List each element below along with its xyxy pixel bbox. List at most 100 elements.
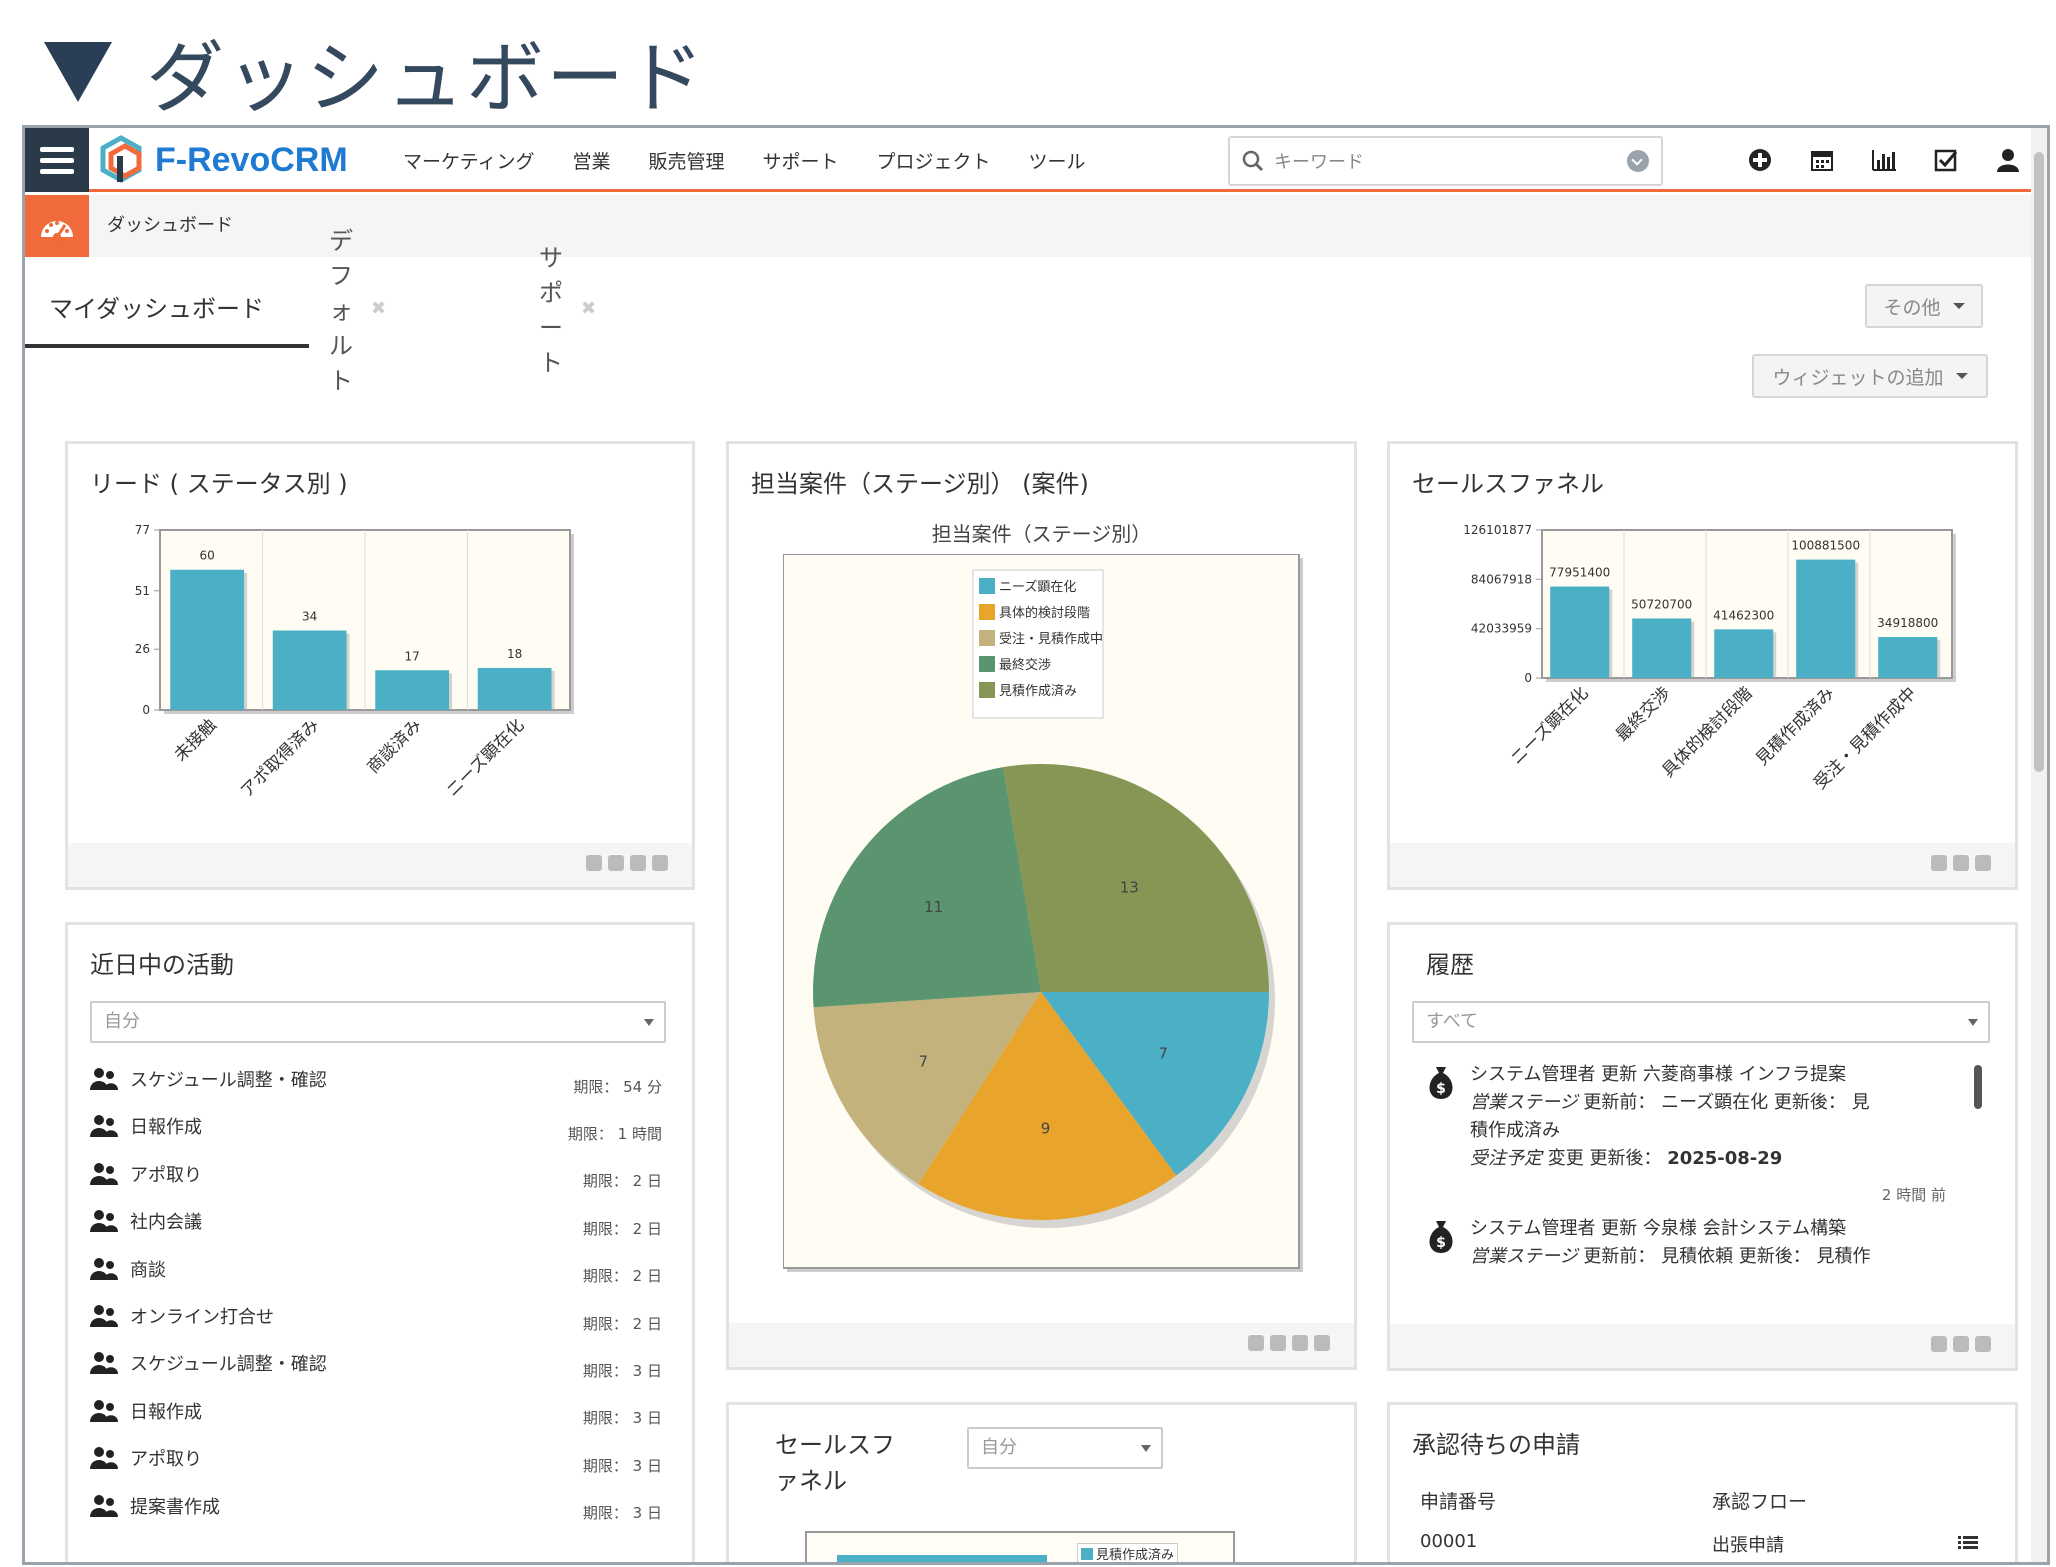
- bar-value-label: 17: [405, 649, 420, 663]
- nav-inventory[interactable]: 販売管理: [649, 147, 725, 174]
- legend-swatch: [979, 656, 995, 672]
- history-field-name: 受注予定: [1470, 1148, 1542, 1169]
- activity-name[interactable]: アポ取り: [130, 1161, 583, 1187]
- activity-due: 期限： 1 時間: [567, 1124, 662, 1143]
- refresh-icon[interactable]: [1953, 855, 1969, 871]
- search-box[interactable]: キーワード: [1228, 136, 1663, 186]
- activity-name[interactable]: 商談: [130, 1256, 583, 1282]
- bar-chart-icon: [1872, 150, 1896, 171]
- activity-name[interactable]: スケジュール調整・確認: [130, 1066, 573, 1092]
- fullscreen-icon[interactable]: [608, 855, 624, 871]
- activity-item[interactable]: スケジュール調整・確認 期限： 3 日: [90, 1343, 662, 1383]
- funnel-bar-chart[interactable]: 0 42033959 84067918 126101877 77951400 ニーズ顕在化…: [1390, 514, 2015, 834]
- activity-name[interactable]: 提案書作成: [130, 1493, 583, 1519]
- potentials-pie-chart[interactable]: ニーズ顕在化具体的検討段階受注・見積作成中最終交渉見積作成済み 7 9 7 11 13: [783, 554, 1307, 1278]
- activity-name[interactable]: オンライン打合せ: [130, 1303, 583, 1329]
- pie-value-label: 9: [1041, 1120, 1051, 1138]
- fullscreen-icon[interactable]: [1931, 855, 1947, 871]
- pie-chart-title: 担当案件（ステージ別）: [931, 522, 1152, 546]
- refresh-icon[interactable]: [1292, 1335, 1308, 1351]
- caret-down-icon: [1955, 373, 1968, 379]
- close-icon[interactable]: [1975, 855, 1991, 871]
- activity-name[interactable]: 社内会議: [130, 1208, 583, 1234]
- search-options-icon[interactable]: [1627, 150, 1649, 172]
- refresh-icon[interactable]: [630, 855, 646, 871]
- funnel2-chart-area[interactable]: 見積作成済み: [805, 1531, 1235, 1563]
- activity-item[interactable]: スケジュール調整・確認 期限： 54 分: [90, 1059, 662, 1099]
- dropdown-arrow-icon: [1968, 1019, 1978, 1026]
- refresh-icon[interactable]: [1953, 1336, 1969, 1352]
- y-tick-label: 51: [135, 584, 150, 598]
- list-icon[interactable]: [1958, 1535, 1978, 1551]
- tab-my-dashboard[interactable]: マイダッシュボード: [25, 268, 309, 348]
- column-header-approval-flow: 承認フロー: [1712, 1491, 1808, 1513]
- tab-default[interactable]: デフォルト ✖: [329, 227, 386, 395]
- legend-label: 見積作成済み: [1096, 1548, 1175, 1563]
- logo[interactable]: F-RevoCRM: [95, 134, 348, 186]
- settings-icon[interactable]: [1931, 1336, 1947, 1352]
- activity-item[interactable]: アポ取り 期限： 2 日: [90, 1154, 662, 1194]
- activity-item[interactable]: 日報作成 期限： 3 日: [90, 1391, 662, 1431]
- legend-swatch: [1081, 1547, 1093, 1560]
- user-menu-button[interactable]: [1993, 145, 2023, 175]
- activity-name[interactable]: アポ取り: [130, 1445, 583, 1471]
- bar: [1632, 618, 1692, 678]
- more-button[interactable]: その他: [1865, 284, 1983, 328]
- settings-icon[interactable]: [586, 855, 602, 871]
- activities-more-link[interactable]: その他: [611, 1557, 662, 1562]
- hamburger-menu-button[interactable]: [25, 128, 89, 192]
- widget-pending-approvals: 承認待ちの申請 申請番号 承認フロー 00001 出張申請: [1387, 1402, 2018, 1562]
- history-filter-select[interactable]: すべて: [1412, 1001, 1990, 1043]
- history-entry-summary: システム管理者 更新 六菱商事様 インフラ提案: [1470, 1064, 1847, 1085]
- activity-item[interactable]: 提案書作成 期限： 3 日: [90, 1486, 662, 1526]
- tasks-button[interactable]: [1931, 145, 1961, 175]
- activities-owner-select[interactable]: 自分: [90, 1001, 666, 1043]
- legend-label: 最終交渉: [999, 657, 1051, 673]
- activity-name[interactable]: 日報作成: [130, 1113, 568, 1139]
- search-input[interactable]: キーワード: [1274, 148, 1627, 174]
- calendar-button[interactable]: [1807, 145, 1837, 175]
- leads-bar-chart[interactable]: 0 26 51 77 60 未接触 34 アポ取得済み 17 商談済み 18 ニーズ顕在化: [68, 514, 692, 834]
- money-bag-icon: $: [1429, 1067, 1453, 1099]
- tab-label: デフォルト: [329, 226, 353, 395]
- main-nav: マーケティング 営業 販売管理 サポート プロジェクト ツール: [403, 128, 1124, 192]
- page-scrollbar[interactable]: [2031, 128, 2047, 1562]
- activity-item[interactable]: オンライン打合せ 期限： 2 日: [90, 1296, 662, 1336]
- activity-item[interactable]: 日報作成 期限： 1 時間: [90, 1106, 662, 1146]
- tab-support[interactable]: サポート ✖: [539, 244, 596, 377]
- approval-request-id[interactable]: 00001: [1420, 1531, 1477, 1552]
- activity-item[interactable]: 商談 期限： 2 日: [90, 1249, 662, 1289]
- gauge-icon: [41, 221, 73, 241]
- reports-button[interactable]: [1869, 145, 1899, 175]
- x-tick-label: アポ取得済み: [237, 715, 323, 801]
- funnel2-bar: [837, 1555, 1047, 1562]
- activity-name[interactable]: スケジュール調整・確認: [130, 1350, 583, 1376]
- activity-item[interactable]: アポ取り 期限： 3 日: [90, 1438, 662, 1478]
- activity-name[interactable]: 日報作成: [130, 1398, 583, 1424]
- edit-icon[interactable]: [1270, 1335, 1286, 1351]
- dashboard-icon[interactable]: [25, 195, 89, 257]
- add-widget-button[interactable]: ウィジェットの追加: [1752, 354, 1988, 398]
- close-icon[interactable]: ✖: [581, 298, 596, 319]
- nav-sales[interactable]: 営業: [572, 147, 610, 174]
- fullscreen-icon[interactable]: [1248, 1335, 1264, 1351]
- y-tick-label: 77: [135, 523, 150, 537]
- history-scrollbar[interactable]: [1974, 1065, 1982, 1109]
- funnel2-owner-select[interactable]: 自分: [967, 1427, 1163, 1469]
- nav-marketing[interactable]: マーケティング: [403, 147, 534, 174]
- nav-tools[interactable]: ツール: [1029, 147, 1086, 174]
- activity-item[interactable]: 社内会議 期限： 2 日: [90, 1201, 662, 1241]
- close-icon[interactable]: ✖: [371, 298, 386, 319]
- close-icon[interactable]: [1975, 1336, 1991, 1352]
- scrollbar-thumb[interactable]: [2034, 152, 2044, 772]
- bar-value-label: 41462300: [1713, 608, 1774, 622]
- nav-support[interactable]: サポート: [763, 147, 839, 174]
- bar-value-label: 34918800: [1877, 616, 1938, 630]
- quick-create-button[interactable]: [1745, 145, 1775, 175]
- logo-text: F-RevoCRM: [155, 140, 348, 179]
- users-icon: [90, 1494, 118, 1517]
- history-change: 更新前： ニーズ顕在化 更新後： 見: [1577, 1092, 1870, 1113]
- close-icon[interactable]: [1314, 1335, 1330, 1351]
- nav-project[interactable]: プロジェクト: [877, 147, 991, 174]
- close-icon[interactable]: [652, 855, 668, 871]
